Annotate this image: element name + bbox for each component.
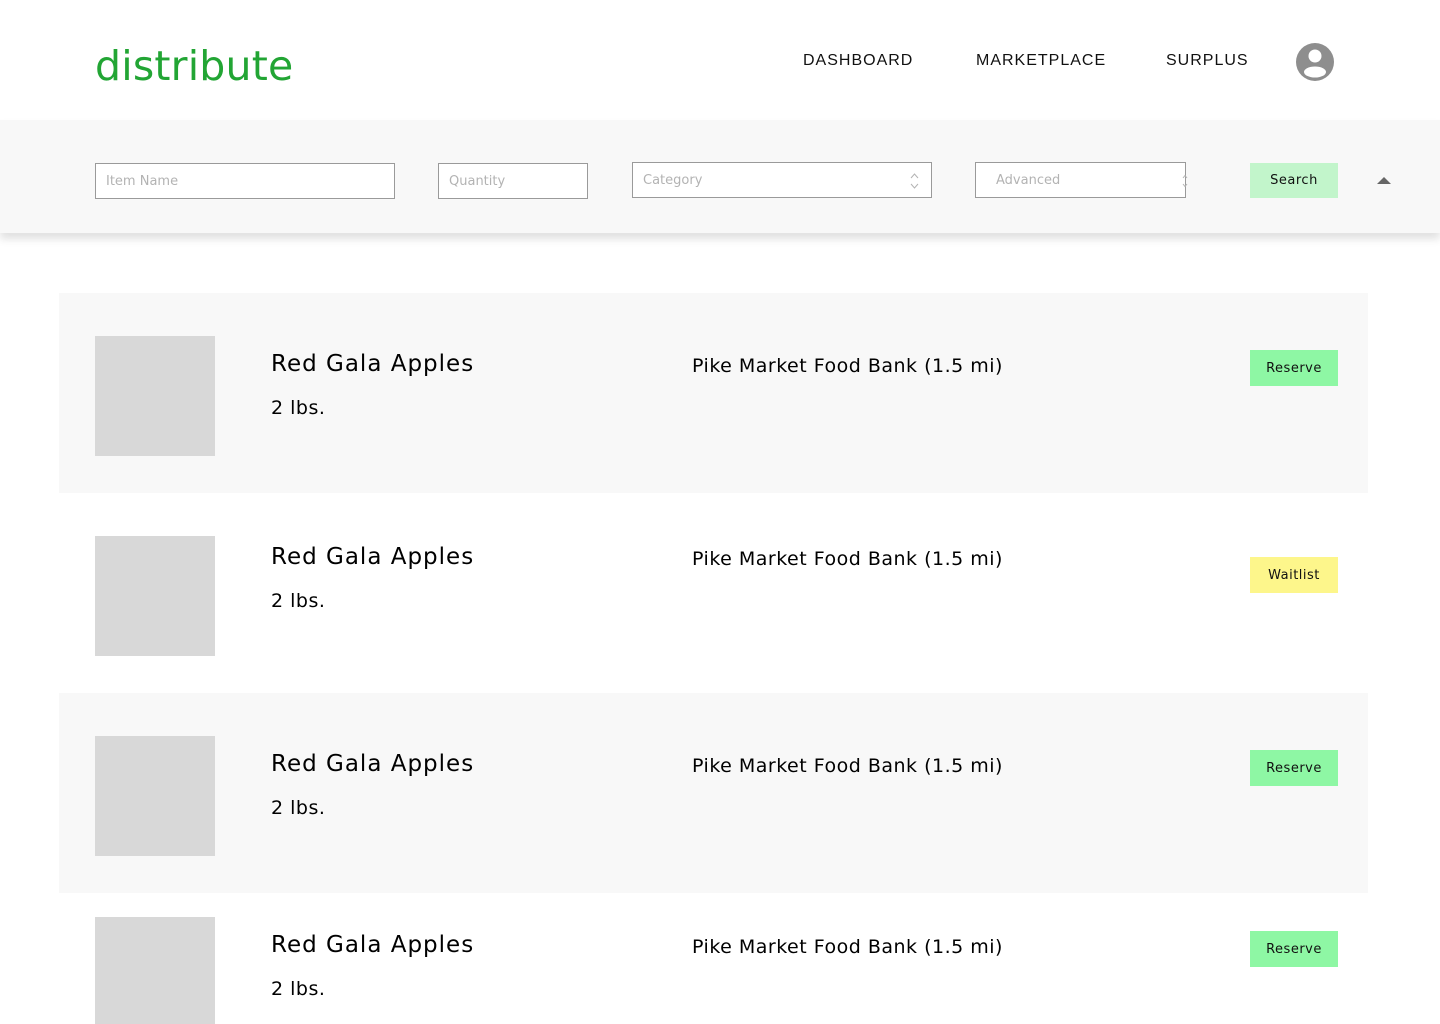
item-location: Pike Market Food Bank (1.5 mi) [692, 355, 1003, 377]
nav-marketplace[interactable]: MARKETPLACE [976, 51, 1106, 71]
user-avatar-icon[interactable] [1295, 42, 1335, 82]
waitlist-button[interactable]: Waitlist [1250, 557, 1338, 593]
item-name-input[interactable] [95, 163, 395, 199]
item-name: Red Gala Apples [271, 544, 475, 570]
app-logo[interactable]: distribute [95, 40, 293, 92]
collapse-up-icon[interactable] [1377, 176, 1391, 185]
item-image-placeholder [95, 536, 215, 656]
quantity-input[interactable] [438, 163, 588, 199]
select-arrows-icon [910, 173, 919, 189]
item-image-placeholder [95, 736, 215, 856]
advanced-select[interactable]: Advanced [975, 162, 1188, 198]
item-location: Pike Market Food Bank (1.5 mi) [692, 755, 1003, 777]
item-quantity: 2 lbs. [271, 978, 326, 1000]
reserve-button[interactable]: Reserve [1250, 931, 1338, 967]
advanced-select-label: Advanced [996, 172, 1061, 188]
item-name: Red Gala Apples [271, 351, 475, 377]
search-bar: Category Advanced Search [0, 120, 1440, 233]
item-image-placeholder [95, 917, 215, 1024]
item-quantity: 2 lbs. [271, 797, 326, 819]
item-name: Red Gala Apples [271, 751, 475, 777]
item-location: Pike Market Food Bank (1.5 mi) [692, 936, 1003, 958]
reserve-button[interactable]: Reserve [1250, 350, 1338, 386]
category-select-label: Category [643, 172, 703, 188]
listing-row: Red Gala Apples 2 lbs. Pike Market Food … [59, 293, 1368, 493]
top-header: distribute DASHBOARD MARKETPLACE SURPLUS [0, 0, 1440, 120]
item-name: Red Gala Apples [271, 932, 475, 958]
reserve-button[interactable]: Reserve [1250, 750, 1338, 786]
search-button[interactable]: Search [1250, 163, 1338, 198]
nav-surplus[interactable]: SURPLUS [1166, 51, 1249, 71]
select-arrows-icon [1182, 174, 1188, 188]
listing-row: Red Gala Apples 2 lbs. Pike Market Food … [59, 893, 1368, 1024]
listing-row: Red Gala Apples 2 lbs. Pike Market Food … [59, 493, 1368, 693]
item-image-placeholder [95, 336, 215, 456]
nav-dashboard[interactable]: DASHBOARD [803, 51, 913, 71]
listing-row: Red Gala Apples 2 lbs. Pike Market Food … [59, 693, 1368, 893]
item-location: Pike Market Food Bank (1.5 mi) [692, 548, 1003, 570]
category-select[interactable]: Category [632, 162, 932, 198]
item-quantity: 2 lbs. [271, 590, 326, 612]
item-quantity: 2 lbs. [271, 397, 326, 419]
